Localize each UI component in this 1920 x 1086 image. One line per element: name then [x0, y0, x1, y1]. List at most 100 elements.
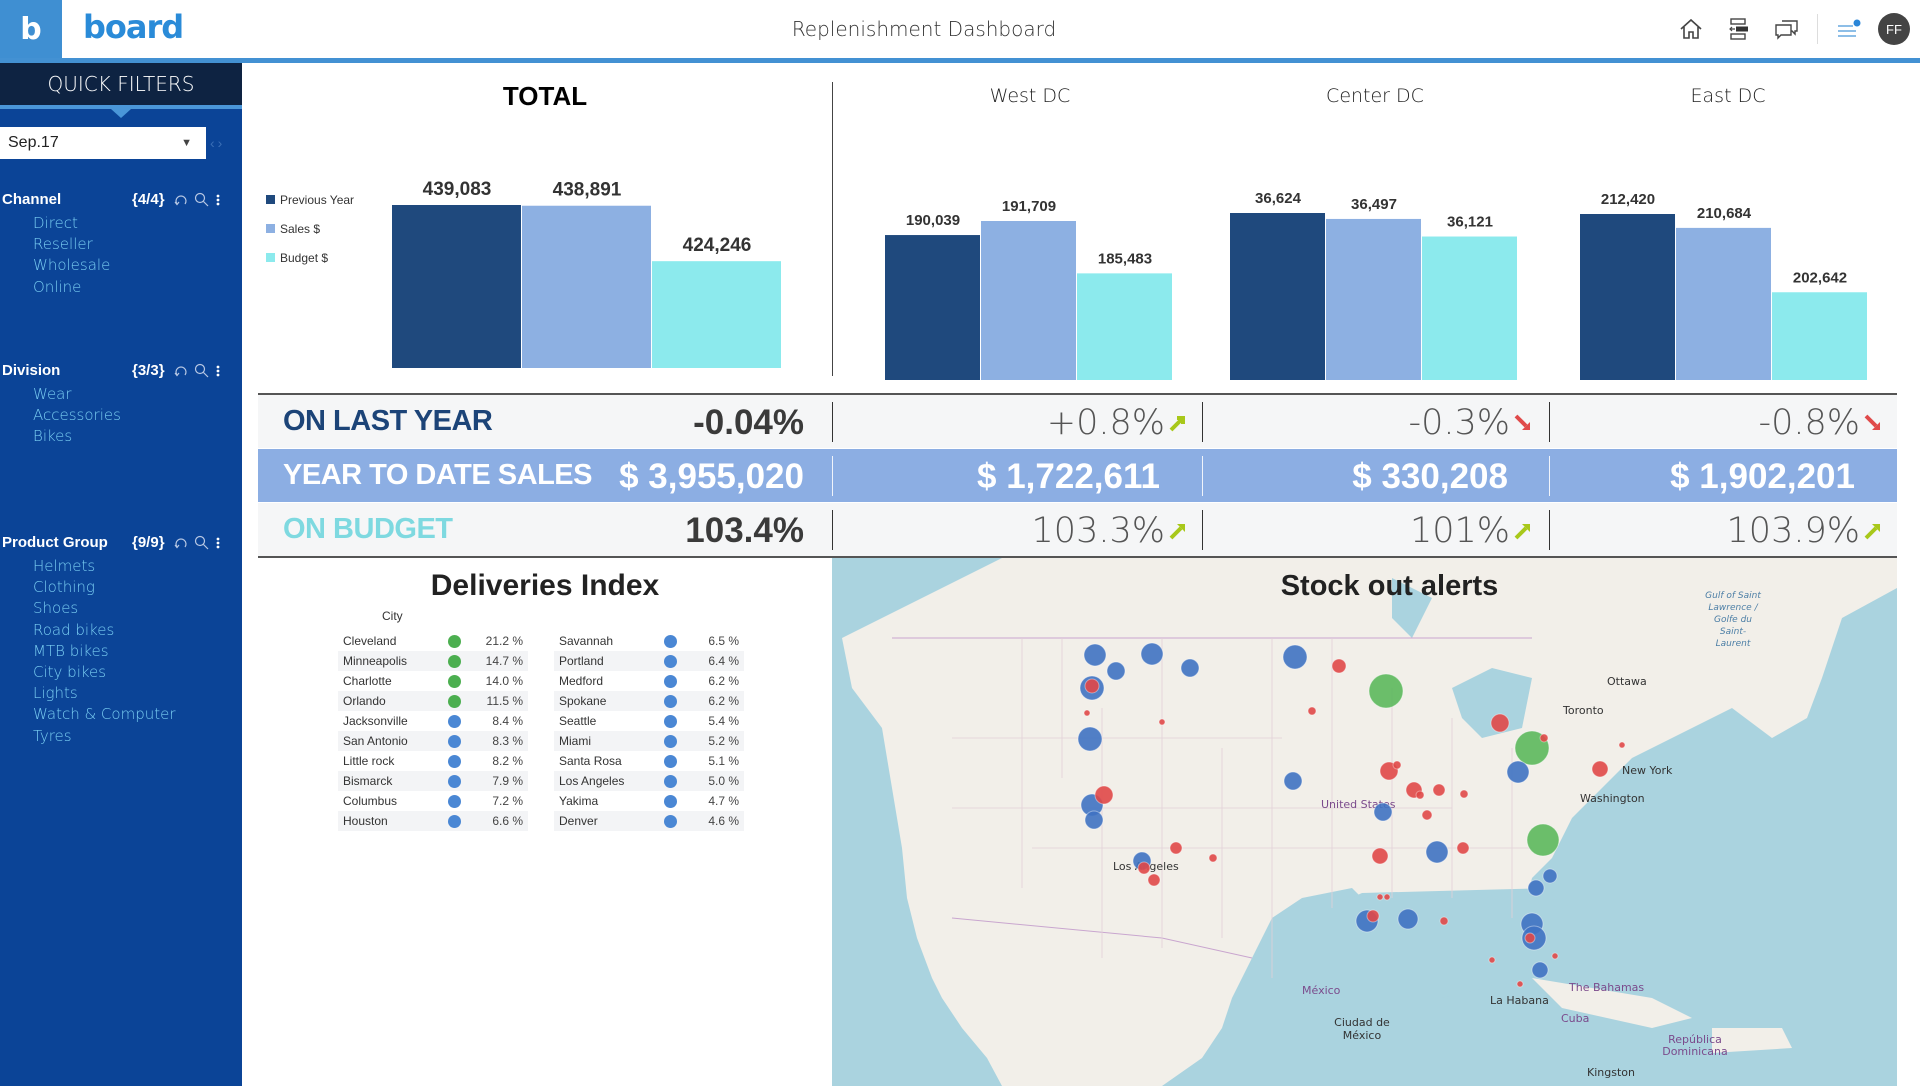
stock-alert-bubble-blue[interactable] — [1077, 726, 1103, 752]
filter-item-lights[interactable]: Lights — [33, 683, 242, 704]
status-dot-blue — [664, 775, 677, 788]
delivery-row[interactable]: Spokane 6.2 % — [554, 691, 744, 711]
delivery-row[interactable]: Minneapolis 14.7 % — [338, 651, 528, 671]
bar-west-dc-sales[interactable] — [981, 221, 1076, 380]
delivery-city: Yakima — [559, 794, 599, 808]
stock-alert-bubble-red[interactable] — [1208, 853, 1218, 863]
stock-alert-bubble-blue[interactable] — [1506, 760, 1530, 784]
filter-item-accessories[interactable]: Accessories — [33, 405, 242, 426]
stock-alert-bubble-blue[interactable] — [1397, 908, 1419, 930]
stock-alert-bubble-red[interactable] — [1524, 932, 1536, 944]
stock-alert-bubble-blue[interactable] — [1542, 868, 1558, 884]
stock-alert-bubble-red[interactable] — [1459, 789, 1469, 799]
stock-alert-bubble-blue[interactable] — [1084, 810, 1104, 830]
delivery-row[interactable]: Savannah 6.5 % — [554, 631, 744, 651]
stock-alert-bubble-red[interactable] — [1383, 893, 1391, 901]
stock-alert-bubble-blue[interactable] — [1083, 643, 1107, 667]
delivery-row[interactable]: Denver 4.6 % — [554, 811, 744, 831]
delivery-row[interactable]: Bismarck 7.9 % — [338, 771, 528, 791]
delivery-row[interactable]: San Antonio 8.3 % — [338, 731, 528, 751]
delivery-row[interactable]: Cleveland 21.2 % — [338, 631, 528, 651]
stock-alert-bubble-red[interactable] — [1421, 809, 1433, 821]
delivery-row[interactable]: Portland 6.4 % — [554, 651, 744, 671]
stock-alert-bubble-green[interactable] — [1526, 823, 1560, 857]
delivery-row[interactable]: Santa Rosa 5.1 % — [554, 751, 744, 771]
stock-alert-bubble-red[interactable] — [1084, 678, 1100, 694]
filter-item-watch-computer[interactable]: Watch & Computer — [33, 704, 242, 725]
stock-alert-bubble-blue[interactable] — [1425, 840, 1449, 864]
bar-total-budget[interactable] — [652, 261, 781, 368]
bar-total-sales[interactable] — [522, 205, 651, 368]
stock-alert-bubble-green[interactable] — [1368, 673, 1404, 709]
stock-alert-bubble-red[interactable] — [1083, 709, 1091, 717]
filter-item-road-bikes[interactable]: Road bikes — [33, 620, 242, 641]
stock-alert-bubble-blue[interactable] — [1373, 802, 1393, 822]
stock-alert-bubble-red[interactable] — [1551, 952, 1559, 960]
stock-alert-bubble-red[interactable] — [1376, 893, 1384, 901]
stock-alert-bubble-red[interactable] — [1169, 841, 1183, 855]
stock-out-map[interactable]: Stock out alerts Ottawa Toronto New York… — [832, 558, 1897, 1086]
reset-icon[interactable] — [174, 536, 188, 550]
filter-item-helmets[interactable]: Helmets — [33, 556, 242, 577]
stock-alert-bubble-blue[interactable] — [1180, 658, 1200, 678]
delivery-row[interactable]: Columbus 7.2 % — [338, 791, 528, 811]
delivery-row[interactable]: Miami 5.2 % — [554, 731, 744, 751]
bar-total-previous-year[interactable] — [392, 205, 521, 368]
status-dot-blue — [448, 755, 461, 768]
delivery-row[interactable]: Houston 6.6 % — [338, 811, 528, 831]
stock-alert-bubble-blue[interactable] — [1283, 771, 1303, 791]
bar-west-dc-previous-year[interactable] — [885, 235, 980, 380]
delivery-row[interactable]: Orlando 11.5 % — [338, 691, 528, 711]
stock-alert-bubble-blue[interactable] — [1140, 642, 1164, 666]
stock-alert-bubble-blue[interactable] — [1106, 661, 1126, 681]
bar-center-dc-budget[interactable] — [1422, 236, 1517, 380]
filter-item-bikes[interactable]: Bikes — [33, 426, 242, 447]
stock-alert-bubble-blue[interactable] — [1282, 644, 1308, 670]
stock-alert-bubble-red[interactable] — [1094, 785, 1114, 805]
stock-alert-bubble-red[interactable] — [1307, 706, 1317, 716]
stock-alert-bubble-red[interactable] — [1439, 916, 1449, 926]
stock-alert-bubble-red[interactable] — [1158, 718, 1166, 726]
stock-alert-bubble-red[interactable] — [1366, 909, 1380, 923]
stock-alert-bubble-blue[interactable] — [1531, 961, 1549, 979]
filter-item-mtb-bikes[interactable]: MTB bikes — [33, 641, 242, 662]
more-options-icon[interactable] — [215, 536, 221, 550]
stock-alert-bubble-red[interactable] — [1490, 713, 1510, 733]
status-dot-blue — [448, 775, 461, 788]
filter-item-clothing[interactable]: Clothing — [33, 577, 242, 598]
stock-alert-bubble-red[interactable] — [1137, 861, 1151, 875]
delivery-value: 7.9 % — [492, 774, 523, 788]
delivery-row[interactable]: Yakima 4.7 % — [554, 791, 744, 811]
stock-alert-bubble-red[interactable] — [1516, 980, 1524, 988]
bar-east-dc-previous-year[interactable] — [1580, 214, 1675, 380]
delivery-row[interactable]: Medford 6.2 % — [554, 671, 744, 691]
bar-east-dc-budget[interactable] — [1772, 292, 1867, 380]
delivery-row[interactable]: Los Angeles 5.0 % — [554, 771, 744, 791]
stock-alert-bubble-red[interactable] — [1591, 760, 1609, 778]
stock-alert-bubble-red[interactable] — [1618, 741, 1626, 749]
filter-item-city-bikes[interactable]: City bikes — [33, 662, 242, 683]
stock-alert-bubble-red[interactable] — [1371, 847, 1389, 865]
filter-item-shoes[interactable]: Shoes — [33, 598, 242, 619]
stock-alert-bubble-red[interactable] — [1432, 783, 1446, 797]
bar-center-dc-sales[interactable] — [1326, 218, 1421, 380]
kpi-east-value: $ 1,902,201 — [1670, 457, 1855, 496]
delivery-row[interactable]: Jacksonville 8.4 % — [338, 711, 528, 731]
stock-alert-bubble-blue[interactable] — [1527, 879, 1545, 897]
stock-alert-bubble-red[interactable] — [1488, 956, 1496, 964]
bar-west-dc-budget[interactable] — [1077, 273, 1172, 380]
delivery-row[interactable]: Little rock 8.2 % — [338, 751, 528, 771]
stock-alert-bubble-red[interactable] — [1539, 733, 1549, 743]
delivery-row[interactable]: Seattle 5.4 % — [554, 711, 744, 731]
stock-alert-bubble-red[interactable] — [1456, 841, 1470, 855]
stock-alert-bubble-red[interactable] — [1415, 790, 1425, 800]
bar-east-dc-sales[interactable] — [1676, 227, 1771, 380]
search-icon[interactable] — [194, 535, 209, 550]
stock-alert-bubble-red[interactable] — [1147, 873, 1161, 887]
stock-alert-bubble-red[interactable] — [1331, 658, 1347, 674]
kpi-center-cell: -0.3% — [1208, 403, 1533, 443]
stock-alert-bubble-red[interactable] — [1392, 760, 1402, 770]
delivery-row[interactable]: Charlotte 14.0 % — [338, 671, 528, 691]
filter-item-tyres[interactable]: Tyres — [33, 726, 242, 747]
bar-center-dc-previous-year[interactable] — [1230, 213, 1325, 380]
